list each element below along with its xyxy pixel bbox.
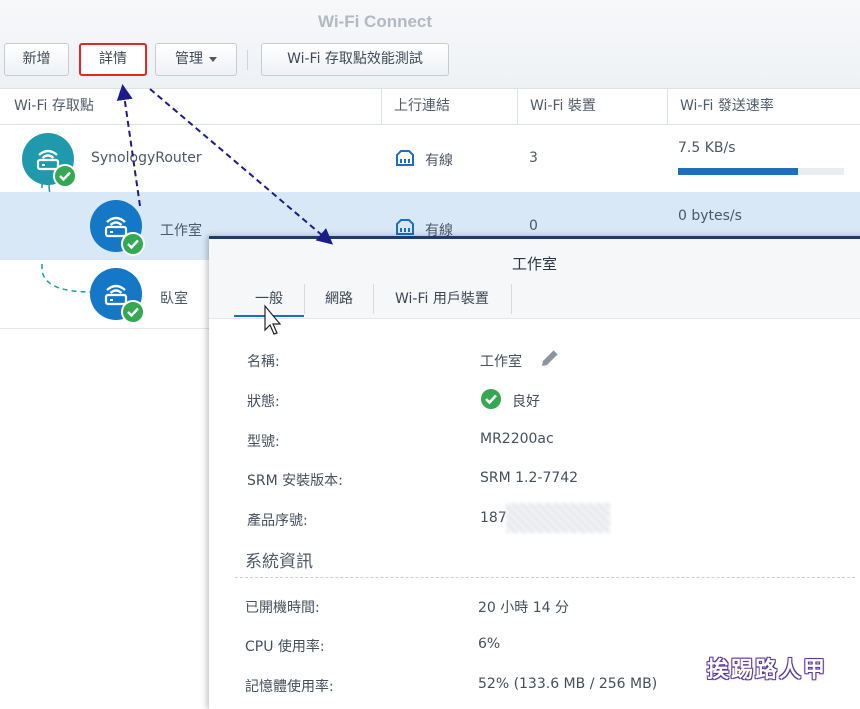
status-ok-icon	[121, 232, 145, 256]
section-divider	[235, 577, 855, 578]
wired-icon	[395, 149, 415, 167]
status-ok-icon	[53, 164, 77, 188]
dialog-header: 工作室 一般 網路 Wi-Fi 用戶裝置	[209, 239, 860, 319]
serial-label: 產品序號:	[247, 513, 308, 529]
serial-redaction	[506, 503, 610, 533]
tab-network[interactable]: 網路	[325, 283, 353, 315]
details-dialog: 工作室 一般 網路 Wi-Fi 用戶裝置 名稱: 工作室 狀態: 良好 型號: …	[209, 236, 860, 709]
column-header-uplink[interactable]: 上行連結	[381, 89, 517, 124]
manage-button[interactable]: 管理	[155, 43, 237, 76]
tx-rate-bar	[678, 168, 844, 175]
ap-name: 工作室	[160, 223, 202, 239]
column-header-ap[interactable]: Wi-Fi 存取點	[2, 89, 382, 124]
toolbar: Wi-Fi Connect 新增 詳情 管理 Wi-Fi 存取點效能測試	[0, 0, 860, 89]
details-button[interactable]: 詳情	[79, 43, 147, 76]
column-header-rate[interactable]: Wi-Fi 發送速率	[667, 89, 853, 124]
table-row[interactable]: SynologyRouter 有線 3 7.5 KB/s	[0, 125, 860, 191]
tx-rate: 0 bytes/s	[678, 208, 742, 224]
tx-rate: 7.5 KB/s	[678, 140, 736, 156]
model-value: MR2200ac	[480, 431, 554, 447]
device-count: 0	[529, 218, 538, 234]
name-label: 名稱:	[247, 354, 280, 370]
uplink-label: 有線	[425, 153, 453, 169]
app-title: Wi-Fi Connect	[317, 12, 433, 31]
watermark-logo: 挨踢路人甲	[707, 657, 828, 683]
table-header: Wi-Fi 存取點 上行連結 Wi-Fi 裝置 Wi-Fi 發送速率	[0, 89, 860, 125]
status-ok-icon	[121, 300, 145, 324]
uptime-label: 已開機時間:	[245, 600, 320, 616]
tab-divider	[373, 284, 374, 314]
tab-divider	[304, 284, 305, 314]
perf-test-button[interactable]: Wi-Fi 存取點效能測試	[261, 43, 449, 76]
cpu-usage-label: CPU 使用率:	[245, 639, 325, 655]
model-label: 型號:	[247, 434, 280, 450]
srm-version-value: SRM 1.2-7742	[480, 470, 579, 486]
cpu-usage-value: 6%	[478, 636, 501, 652]
name-value: 工作室	[480, 354, 522, 370]
serial-value: 187	[480, 510, 507, 526]
toolbar-divider	[247, 50, 248, 70]
tab-divider	[511, 284, 512, 314]
ap-name: SynologyRouter	[91, 150, 202, 166]
caret-down-icon	[209, 56, 217, 62]
memory-usage-value: 52% (133.6 MB / 256 MB)	[478, 676, 658, 692]
ap-name: 臥室	[160, 291, 188, 307]
tab-general[interactable]: 一般	[255, 283, 283, 315]
section-title-system-info: 系統資訊	[245, 552, 313, 572]
status-value: 良好	[512, 394, 540, 410]
uptime-value: 20 小時 14 分	[478, 600, 569, 616]
wired-icon	[395, 218, 415, 236]
dialog-title: 工作室	[511, 255, 557, 273]
status-good-icon	[481, 389, 501, 409]
column-header-devices[interactable]: Wi-Fi 裝置	[517, 89, 667, 124]
create-button[interactable]: 新增	[4, 43, 69, 76]
srm-version-label: SRM 安裝版本:	[247, 473, 343, 489]
device-count: 3	[529, 150, 538, 166]
manage-label: 管理	[175, 51, 203, 67]
status-label: 狀態:	[247, 394, 280, 410]
memory-usage-label: 記憶體使用率:	[245, 679, 334, 695]
active-tab-indicator	[234, 315, 304, 317]
tab-wifi-clients[interactable]: Wi-Fi 用戶裝置	[395, 283, 489, 315]
tx-rate-bar-fill	[678, 168, 798, 175]
edit-pencil-icon[interactable]	[539, 347, 561, 373]
